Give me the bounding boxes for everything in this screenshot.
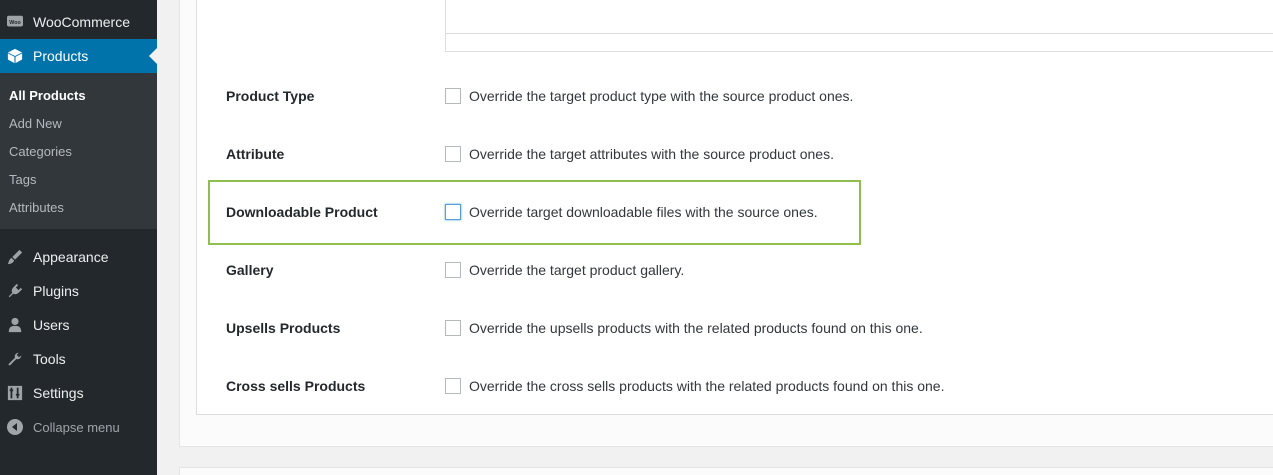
menu-item-tools[interactable]: Tools [0,342,157,376]
menu-item-plugins[interactable]: Plugins [0,274,157,308]
checkbox-product-type[interactable] [445,88,461,104]
textarea-field[interactable] [445,0,1273,34]
option-desc-cross-sells-products[interactable]: Override the cross sells products with t… [469,378,944,394]
collapse-arrow-icon [7,419,23,435]
option-label-downloadable-product: Downloadable Product [226,204,378,220]
checkbox-cross-sells-products[interactable] [445,378,461,394]
checkbox-upsells-products[interactable] [445,320,461,336]
menu-label-appearance: Appearance [33,249,109,265]
textarea-footer [445,33,1273,52]
checkbox-downloadable-product[interactable] [445,204,461,220]
option-label-product-type: Product Type [226,88,315,104]
submenu-item-all-products[interactable]: All Products [9,88,86,103]
menu-item-products[interactable]: Products [0,39,157,73]
option-desc-product-type[interactable]: Override the target product type with th… [469,88,853,104]
option-desc-downloadable-product[interactable]: Override target downloadable files with … [469,204,818,220]
admin-sidebar: Woo WooCommerce Products All Products Ad… [0,0,157,475]
menu-label-tools: Tools [33,351,66,367]
collapse-menu-button[interactable]: Collapse menu [0,410,157,444]
menu-label-users: Users [33,317,70,333]
menu-item-settings[interactable]: Settings [0,376,157,410]
plug-icon [7,283,23,299]
menu-item-users[interactable]: Users [0,308,157,342]
menu-label-plugins: Plugins [33,283,79,299]
submenu-item-attributes[interactable]: Attributes [9,200,64,215]
submenu-item-categories[interactable]: Categories [9,144,72,159]
wrench-icon [7,351,23,367]
option-desc-upsells-products[interactable]: Override the upsells products with the r… [469,320,923,336]
option-desc-gallery[interactable]: Override the target product gallery. [469,262,684,278]
menu-item-woocommerce[interactable]: Woo WooCommerce [0,5,157,39]
option-desc-attribute[interactable]: Override the target attributes with the … [469,146,834,162]
svg-text:Woo: Woo [9,20,21,26]
submenu-item-tags[interactable]: Tags [9,172,36,187]
option-label-cross-sells-products: Cross sells Products [226,378,366,394]
menu-label-products: Products [33,48,89,64]
user-icon [7,317,23,333]
menu-label-collapse: Collapse menu [33,419,120,435]
option-label-upsells-products: Upsells Products [226,320,341,336]
checkbox-attribute[interactable] [445,146,461,162]
settings-sliders-icon [7,385,23,401]
submenu-item-add-new[interactable]: Add New [9,116,62,131]
menu-label-settings: Settings [33,385,84,401]
option-label-attribute: Attribute [226,146,285,162]
paintbrush-icon [7,249,23,265]
checkbox-gallery[interactable] [445,262,461,278]
menu-item-appearance[interactable]: Appearance [0,240,157,274]
products-submenu: All Products Add New Categories Tags Att… [0,73,157,229]
option-label-gallery: Gallery [226,262,274,278]
products-box-icon [7,48,23,64]
woo-icon: Woo [7,14,23,30]
menu-label-woocommerce: WooCommerce [33,14,130,30]
next-card [179,467,1273,475]
